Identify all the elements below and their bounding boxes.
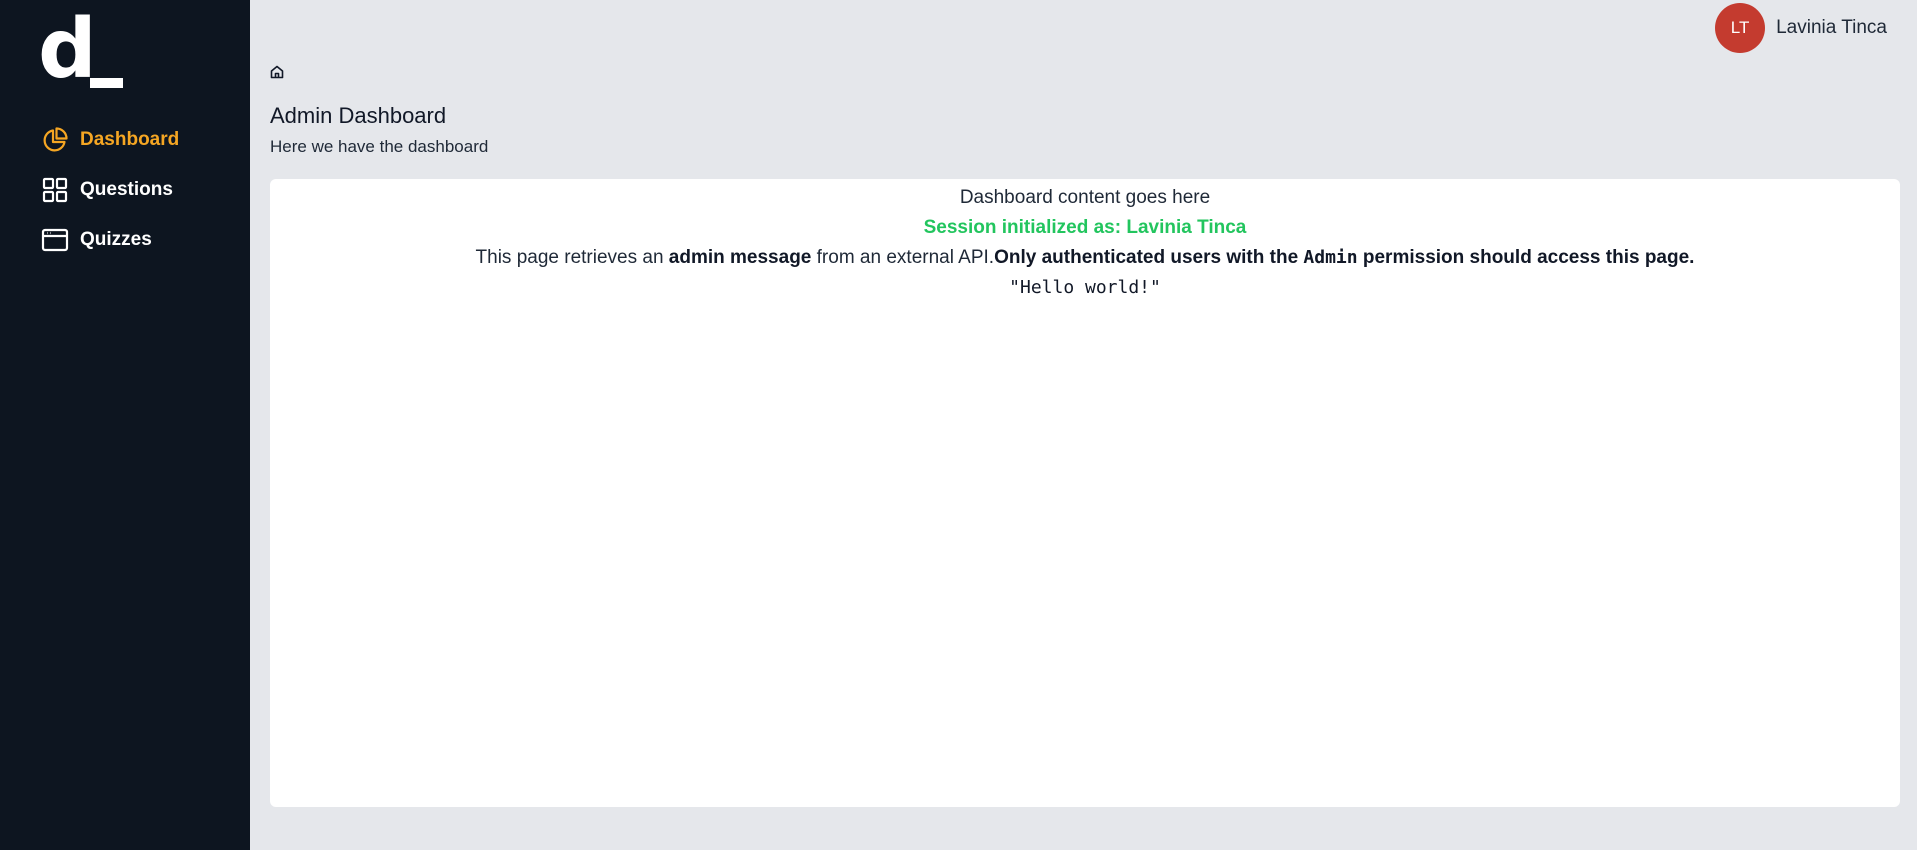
api-response: "Hello world!" bbox=[1009, 277, 1161, 298]
message-bold-auth-start: Only authenticated users with the bbox=[994, 247, 1304, 268]
sidebar-item-label: Dashboard bbox=[80, 129, 180, 150]
page-title: Admin Dashboard bbox=[270, 103, 447, 128]
sidebar-item-questions[interactable]: Questions bbox=[40, 174, 240, 206]
logo-letter: d bbox=[38, 2, 97, 97]
dashboard-card: Dashboard content goes here Session init… bbox=[270, 179, 1900, 807]
app-logo[interactable]: d bbox=[38, 9, 128, 91]
logo-underscore bbox=[90, 78, 123, 88]
message-bold-auth-end: permission should access this page. bbox=[1357, 247, 1695, 268]
message-text-api: from an external API. bbox=[811, 247, 995, 268]
sidebar-item-label: Quizzes bbox=[80, 229, 152, 250]
session-status: Session initialized as: Lavinia Tinca bbox=[923, 217, 1247, 238]
message-bold-auth: Only authenticated users with the Admin … bbox=[994, 247, 1694, 268]
dashboard-intro: Dashboard content goes here bbox=[959, 187, 1211, 208]
page-subtitle: Here we have the dashboard bbox=[270, 137, 489, 156]
sidebar-item-dashboard[interactable]: Dashboard bbox=[40, 124, 240, 156]
sidebar-item-quizzes[interactable]: Quizzes bbox=[40, 224, 240, 256]
admin-message-description: This page retrieves an admin message fro… bbox=[270, 243, 1900, 273]
avatar: LT bbox=[1715, 3, 1766, 53]
permission-code: Admin bbox=[1303, 247, 1358, 268]
app-root: d Dashboard Questions Quizzes LT Lavinia… bbox=[0, 0, 1917, 850]
browser-window-icon bbox=[40, 225, 70, 255]
message-bold-admin: admin message bbox=[668, 247, 812, 268]
grid-icon bbox=[40, 175, 70, 205]
user-name: Lavinia Tinca bbox=[1776, 17, 1887, 38]
sidebar-item-label: Questions bbox=[80, 179, 173, 200]
message-text: This page retrieves an bbox=[475, 247, 669, 268]
sidebar-nav: Dashboard Questions Quizzes bbox=[40, 124, 240, 274]
pie-chart-icon bbox=[40, 125, 70, 155]
sidebar: d Dashboard Questions Quizzes bbox=[0, 0, 250, 850]
home-icon[interactable] bbox=[269, 64, 285, 80]
user-menu[interactable]: LT Lavinia Tinca bbox=[1715, 3, 1887, 53]
